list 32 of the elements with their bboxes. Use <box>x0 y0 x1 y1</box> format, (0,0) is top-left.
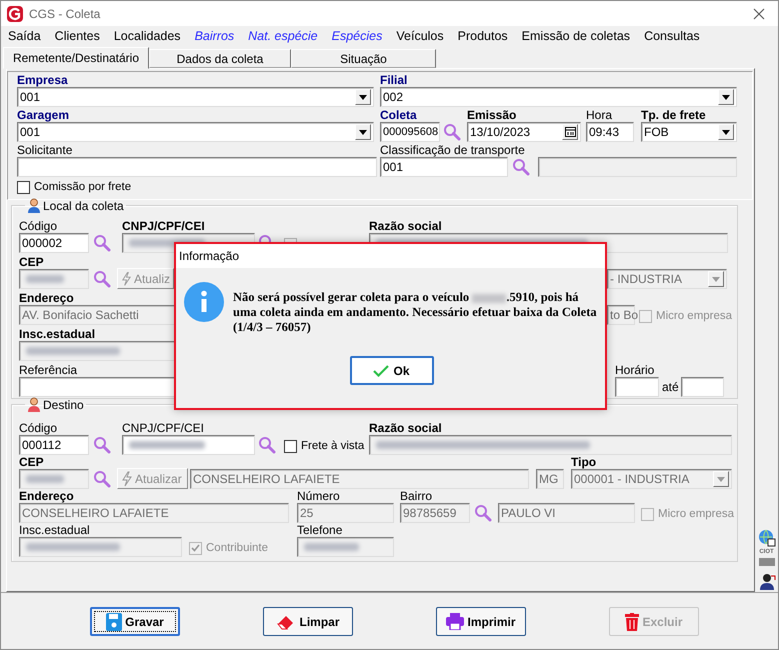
field-label: Bairro <box>400 490 432 503</box>
field-label: Solicitante <box>17 144 72 157</box>
group-title: Destino <box>43 398 84 412</box>
window-title: CGS - Coleta <box>29 6 102 20</box>
field-label: Classificação de transporte <box>380 144 525 157</box>
until-label: até <box>662 379 679 396</box>
field-label: Telefone <box>297 524 342 537</box>
field-label: Filial <box>380 74 408 87</box>
field-label: Referência <box>19 364 78 377</box>
field-label: CNPJ/CPF/CEI <box>122 422 204 435</box>
group-title: Local da coleta <box>43 198 124 212</box>
dialog-title: Informação <box>179 249 240 263</box>
field-label: Insc.estadual <box>19 328 96 341</box>
field-label: Horário <box>615 364 654 377</box>
field-label: Número <box>297 490 340 503</box>
field-label: Endereço <box>19 490 74 503</box>
field-label: CEP <box>19 256 44 269</box>
field-label: Código <box>19 220 58 233</box>
field-label: Hora <box>586 109 612 122</box>
field-label: Coleta <box>380 109 417 122</box>
field-label: Tp. de frete <box>641 109 706 122</box>
field-label: Tipo <box>571 456 596 469</box>
field-label: CNPJ/CPF/CEI <box>122 220 205 233</box>
field-label: CEP <box>19 456 44 469</box>
field-label: Código <box>19 422 58 435</box>
field-label: Razão social <box>369 422 442 435</box>
field-label: Garagem <box>17 109 70 122</box>
field-label: Endereço <box>19 292 74 305</box>
field-label: Empresa <box>17 74 68 87</box>
field-label: Emissão <box>467 109 516 122</box>
field-label: Razão social <box>369 220 442 233</box>
field-label: Insc.estadual <box>19 524 90 537</box>
